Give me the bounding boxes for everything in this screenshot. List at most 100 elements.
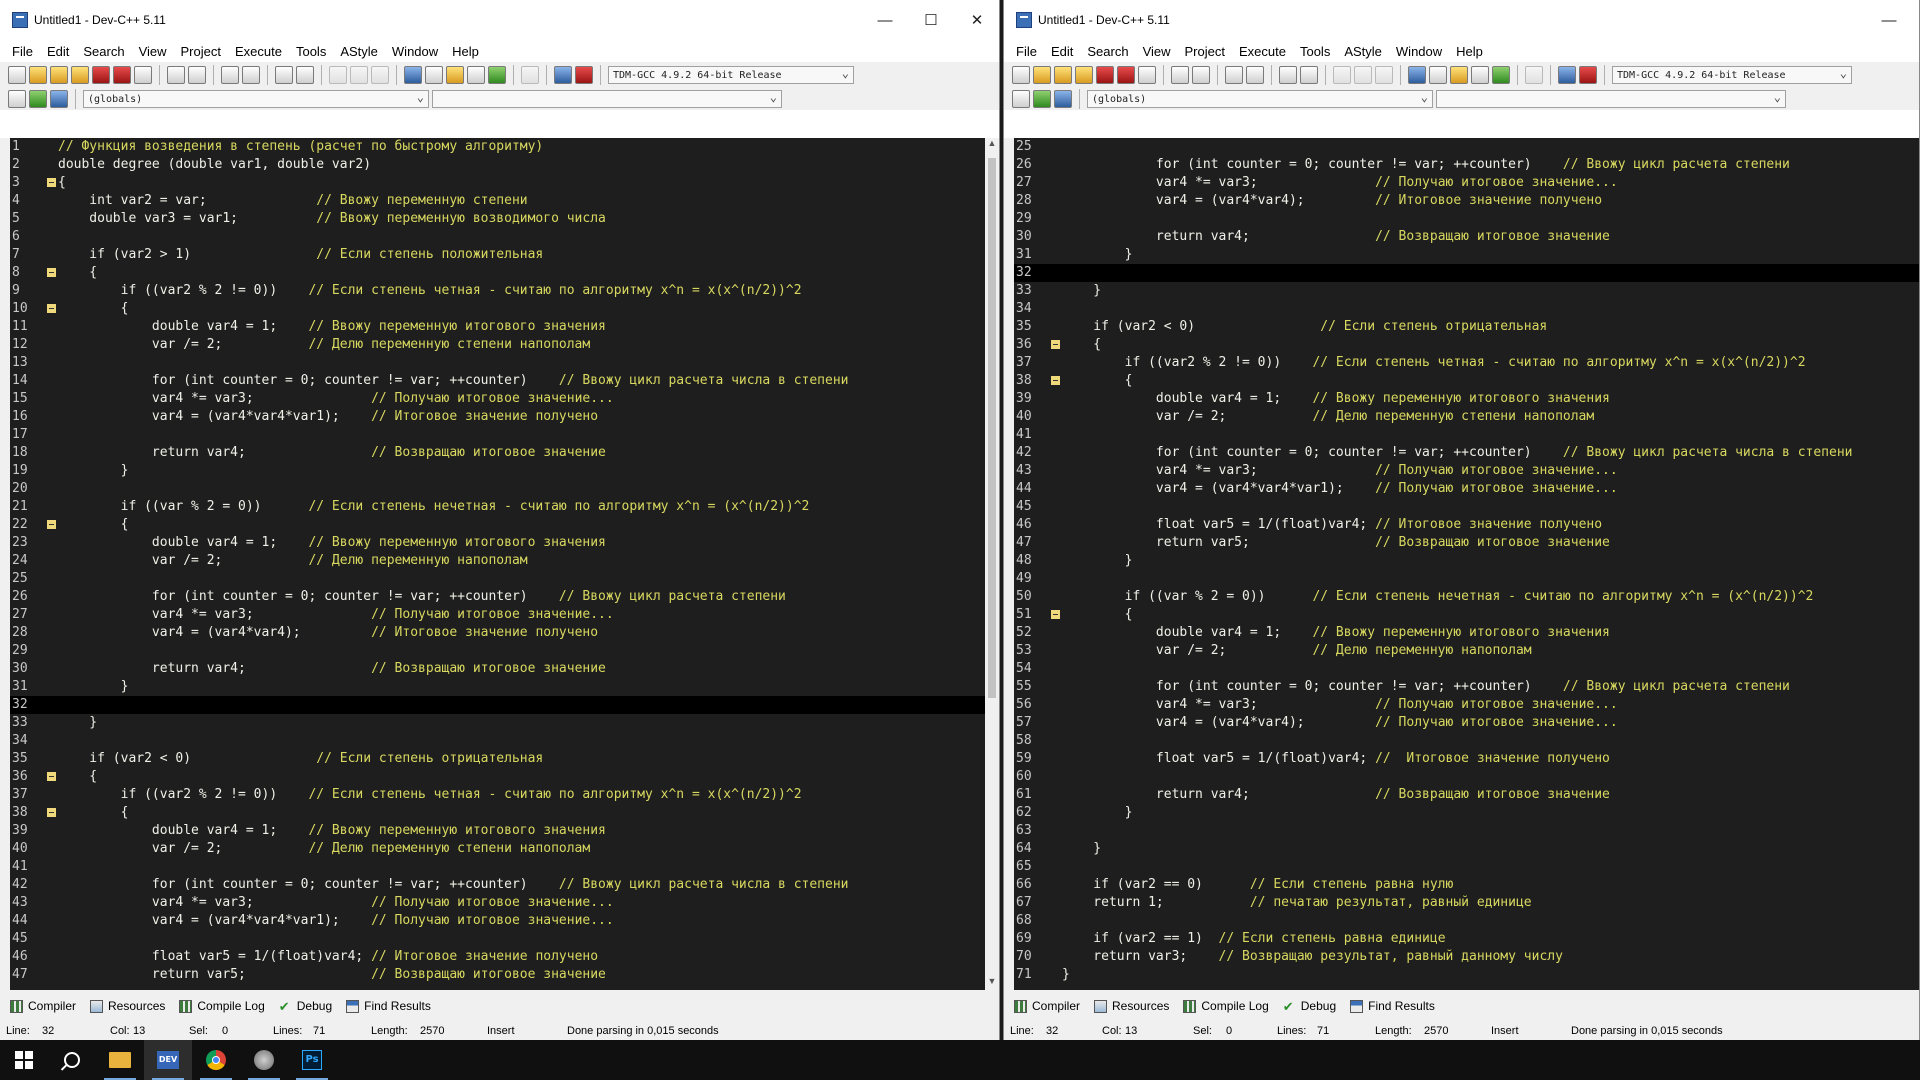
code-line[interactable]: 43 var4 *= var3; // Получаю итоговое зна… — [10, 894, 985, 912]
print-icon[interactable] — [1138, 66, 1156, 84]
find-icon[interactable] — [1225, 66, 1243, 84]
code-line[interactable]: 10 { — [10, 300, 985, 318]
menu-astyle[interactable]: AStyle — [334, 44, 386, 59]
code-line[interactable]: 5 double var3 = var1; // Ввожу переменну… — [10, 210, 985, 228]
code-line[interactable]: 36 { — [1014, 336, 1919, 354]
unindent-icon[interactable] — [1300, 66, 1318, 84]
code-line[interactable]: 29 — [10, 642, 985, 660]
code-line[interactable]: 28 var4 = (var4*var4); // Итоговое значе… — [1014, 192, 1919, 210]
save-icon[interactable] — [50, 66, 68, 84]
code-line[interactable]: 36 { — [10, 768, 985, 786]
code-line[interactable]: 32 — [10, 696, 985, 714]
replace-icon[interactable] — [242, 66, 260, 84]
tab-resources[interactable]: Resources — [1094, 999, 1169, 1013]
code-line[interactable]: 34 — [10, 732, 985, 750]
class-browser-icon[interactable] — [50, 90, 68, 108]
menu-execute[interactable]: Execute — [1233, 44, 1294, 59]
code-line[interactable]: 49 — [1014, 570, 1919, 588]
code-line[interactable]: 30 return var4; // Возвращаю итоговое зн… — [1014, 228, 1919, 246]
code-line[interactable]: 32 — [1014, 264, 1919, 282]
code-line[interactable]: 28 var4 = (var4*var4); // Итоговое значе… — [10, 624, 985, 642]
back-icon[interactable] — [329, 66, 347, 84]
code-line[interactable]: 3{ — [10, 174, 985, 192]
syntax-check-icon[interactable] — [488, 66, 506, 84]
code-line[interactable]: 22 { — [10, 516, 985, 534]
redo-icon[interactable] — [188, 66, 206, 84]
new-class-icon[interactable] — [8, 90, 26, 108]
code-line[interactable]: 29 — [1014, 210, 1919, 228]
code-line[interactable]: 54 — [1014, 660, 1919, 678]
tab-compiler[interactable]: Compiler — [1014, 999, 1080, 1013]
profile-icon[interactable] — [554, 66, 572, 84]
indent-icon[interactable] — [1279, 66, 1297, 84]
code-line[interactable]: 37 if ((var2 % 2 != 0)) // Если степень … — [10, 786, 985, 804]
code-line[interactable]: 68 — [1014, 912, 1919, 930]
fold-toggle-icon[interactable] — [1050, 336, 1062, 354]
menu-edit[interactable]: Edit — [1045, 44, 1081, 59]
bookmark-icon[interactable] — [1375, 66, 1393, 84]
code-line[interactable]: 16 var4 = (var4*var4*var1); // Итоговое … — [10, 408, 985, 426]
scroll-down-icon[interactable]: ▼ — [985, 976, 999, 990]
code-line[interactable]: 39 double var4 = 1; // Ввожу переменную … — [1014, 390, 1919, 408]
tab-find-results[interactable]: Find Results — [346, 999, 431, 1013]
code-line[interactable]: 61 return var4; // Возвращаю итоговое зн… — [1014, 786, 1919, 804]
code-line[interactable]: 40 var /= 2; // Делю переменную степени … — [1014, 408, 1919, 426]
new-file-icon[interactable] — [8, 66, 26, 84]
stop-icon[interactable] — [1525, 66, 1543, 84]
code-line[interactable]: 50 if ((var % 2 = 0)) // Если степень не… — [1014, 588, 1919, 606]
save-all-icon[interactable] — [71, 66, 89, 84]
compile-run-icon[interactable] — [1450, 66, 1468, 84]
close-all-icon[interactable] — [1117, 66, 1135, 84]
save-all-icon[interactable] — [1075, 66, 1093, 84]
code-line[interactable]: 14 for (int counter = 0; counter != var;… — [10, 372, 985, 390]
scope-select[interactable]: (globals) — [83, 88, 429, 108]
code-line[interactable]: 59 float var5 = 1/(float)var4; // Итогов… — [1014, 750, 1919, 768]
menu-file[interactable]: File — [1010, 44, 1045, 59]
code-line[interactable]: 51 { — [1014, 606, 1919, 624]
code-line[interactable]: 42 for (int counter = 0; counter != var;… — [10, 876, 985, 894]
tab-debug[interactable]: ✔ Debug — [1283, 999, 1336, 1013]
profile-icon[interactable] — [1558, 66, 1576, 84]
minimize-icon[interactable]: — — [1866, 0, 1912, 40]
stop-icon[interactable] — [521, 66, 539, 84]
code-line[interactable]: 18 return var4; // Возвращаю итоговое зн… — [10, 444, 985, 462]
fold-toggle-icon[interactable] — [46, 174, 58, 192]
indent-icon[interactable] — [275, 66, 293, 84]
redo-icon[interactable] — [1192, 66, 1210, 84]
code-line[interactable]: 62 } — [1014, 804, 1919, 822]
new-class-icon[interactable] — [1012, 90, 1030, 108]
menu-project[interactable]: Project — [1179, 44, 1233, 59]
code-line[interactable]: 41 — [10, 858, 985, 876]
fold-toggle-icon[interactable] — [46, 516, 58, 534]
code-line[interactable]: 58 — [1014, 732, 1919, 750]
forward-icon[interactable] — [1354, 66, 1372, 84]
menu-search[interactable]: Search — [77, 44, 132, 59]
undo-icon[interactable] — [167, 66, 185, 84]
replace-icon[interactable] — [1246, 66, 1264, 84]
code-line[interactable]: 44 var4 = (var4*var4*var1); // Получаю и… — [10, 912, 985, 930]
menu-execute[interactable]: Execute — [229, 44, 290, 59]
title-bar[interactable]: Untitled1 - Dev-C++ 5.11 — ☐ ✕ — [0, 0, 999, 40]
code-line[interactable]: 35 if (var2 < 0) // Если степень отрицат… — [1014, 318, 1919, 336]
code-line[interactable]: 47 return var5; // Возвращаю итоговое зн… — [10, 966, 985, 984]
scroll-up-icon[interactable]: ▲ — [985, 138, 999, 152]
code-line[interactable]: 33 } — [10, 714, 985, 732]
code-line[interactable]: 44 var4 = (var4*var4*var1); // Получаю и… — [1014, 480, 1919, 498]
code-line[interactable]: 17 — [10, 426, 985, 444]
taskbar-file-explorer[interactable] — [96, 1040, 144, 1080]
code-editor[interactable]: 1 // Функция возведения в степень (расчет… — [10, 138, 985, 990]
debug-icon[interactable] — [1579, 66, 1597, 84]
code-line[interactable]: 38 { — [1014, 372, 1919, 390]
close-file-icon[interactable] — [92, 66, 110, 84]
code-line[interactable]: 41 — [1014, 426, 1919, 444]
code-line[interactable]: 37 if ((var2 % 2 != 0)) // Если степень … — [1014, 354, 1919, 372]
code-line[interactable]: 12 var /= 2; // Делю переменную степени … — [10, 336, 985, 354]
back-icon[interactable] — [1333, 66, 1351, 84]
open-icon[interactable] — [1033, 66, 1051, 84]
compiler-select[interactable]: TDM-GCC 4.9.2 64-bit Release — [608, 64, 854, 84]
menu-edit[interactable]: Edit — [41, 44, 77, 59]
code-line[interactable]: 55 for (int counter = 0; counter != var;… — [1014, 678, 1919, 696]
code-line[interactable]: 20 — [10, 480, 985, 498]
taskbar-app[interactable] — [240, 1040, 288, 1080]
close-icon[interactable]: ✕ — [954, 0, 999, 40]
